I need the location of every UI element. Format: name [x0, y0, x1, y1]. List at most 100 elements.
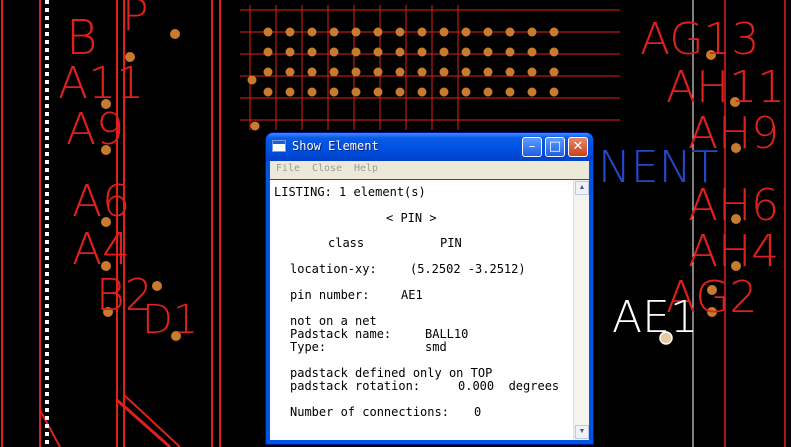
class-label: class: [328, 236, 365, 250]
bga-pad: [351, 87, 361, 97]
bga-pad: [505, 87, 515, 97]
bga-pad: [307, 47, 317, 57]
cad-label: NENT: [598, 142, 719, 193]
bga-pad: [307, 87, 317, 97]
bga-pad: [461, 67, 471, 77]
scroll-down-arrow-icon[interactable]: ▼: [575, 425, 589, 439]
bga-pad: [527, 27, 537, 37]
bga-pad: [417, 67, 427, 77]
bga-pad: [417, 87, 427, 97]
bga-pad: [527, 67, 537, 77]
show-element-window: Show Element – □ ✕ File Close Help LISTI…: [266, 133, 593, 444]
bga-pad: [263, 87, 273, 97]
bga-pad: [505, 27, 515, 37]
bga-pad: [395, 67, 405, 77]
bga-pad: [263, 27, 273, 37]
bga-pad: [329, 27, 339, 37]
pin-number-label: pin number:: [290, 288, 370, 302]
connections-value: 0: [474, 405, 482, 419]
cad-label: P: [122, 0, 149, 41]
bga-pad: [549, 47, 559, 57]
bga-pad: [395, 87, 405, 97]
listing-header: LISTING: 1 element(s): [274, 185, 426, 199]
bga-pad: [483, 87, 493, 97]
window-title: Show Element: [292, 139, 379, 153]
bga-pad: [395, 47, 405, 57]
bga-pad: [170, 29, 180, 39]
bga-pad: [247, 75, 257, 85]
minimize-button[interactable]: –: [522, 137, 542, 157]
connections-label: Number of connections:: [290, 405, 449, 419]
bga-pad: [373, 47, 383, 57]
bga-pad: [549, 27, 559, 37]
bga-pad: [250, 121, 260, 131]
bga-pad: [483, 67, 493, 77]
cad-label: A6: [72, 176, 131, 227]
window-icon: [272, 140, 286, 152]
title-bar[interactable]: Show Element – □ ✕: [266, 133, 593, 161]
bga-pad: [417, 27, 427, 37]
bga-pad: [351, 27, 361, 37]
type-label: Type:: [290, 340, 327, 354]
bga-pad: [549, 67, 559, 77]
cad-label: B: [66, 10, 98, 66]
bga-pad: [461, 27, 471, 37]
bga-pad: [395, 27, 405, 37]
bga-pad: [152, 281, 162, 291]
bga-pad: [439, 87, 449, 97]
bga-pad: [439, 67, 449, 77]
bga-pad: [373, 27, 383, 37]
bga-pad: [549, 87, 559, 97]
bga-pad: [527, 87, 537, 97]
bga-pad: [505, 67, 515, 77]
cad-label: AH11: [666, 62, 786, 113]
bga-pad: [285, 67, 295, 77]
bga-pad: [483, 47, 493, 57]
bga-pad: [461, 87, 471, 97]
bga-pad: [439, 47, 449, 57]
bga-pad: [439, 27, 449, 37]
padstack-rotation-label: padstack rotation:: [290, 379, 421, 393]
bga-pad: [351, 47, 361, 57]
trace: [39, 409, 61, 447]
trace: [123, 394, 181, 447]
cad-label: AG13: [640, 14, 760, 65]
class-value: PIN: [440, 236, 462, 250]
bga-pad: [263, 47, 273, 57]
location-label: location-xy:: [290, 262, 377, 276]
bga-pad: [373, 67, 383, 77]
bga-pad: [461, 47, 471, 57]
bga-pad: [329, 47, 339, 57]
cad-label-selected: AE1: [612, 292, 698, 343]
section-title: < PIN >: [386, 211, 437, 225]
cad-label: D1: [142, 297, 199, 343]
menu-file[interactable]: File: [276, 163, 300, 174]
cad-label: A9: [66, 104, 125, 155]
location-value: (5.2502 -3.2512): [410, 262, 526, 276]
bga-pad: [329, 67, 339, 77]
cad-label: AH4: [688, 226, 780, 277]
bga-pad: [527, 47, 537, 57]
bga-pad: [263, 67, 273, 77]
cad-label: A4: [72, 224, 131, 275]
menu-bar: File Close Help: [270, 161, 589, 179]
bga-pad: [307, 67, 317, 77]
bga-pad: [373, 87, 383, 97]
type-value: smd: [425, 340, 447, 354]
bga-pad: [285, 87, 295, 97]
bga-pad: [307, 27, 317, 37]
bga-pad: [351, 67, 361, 77]
close-button[interactable]: ✕: [568, 137, 588, 157]
menu-close[interactable]: Close: [312, 163, 342, 174]
menu-help[interactable]: Help: [354, 163, 378, 174]
vertical-scrollbar[interactable]: ▲ ▼: [573, 180, 589, 440]
maximize-button[interactable]: □: [545, 137, 565, 157]
cad-label: A11: [58, 58, 145, 109]
scroll-up-arrow-icon[interactable]: ▲: [575, 181, 589, 195]
bga-pad: [285, 47, 295, 57]
bga-pad: [417, 47, 427, 57]
bga-pad: [505, 47, 515, 57]
bga-pad: [329, 87, 339, 97]
pin-number-value: AE1: [401, 288, 423, 302]
listing-text-area[interactable]: LISTING: 1 element(s) < PIN > class PIN …: [270, 180, 589, 440]
